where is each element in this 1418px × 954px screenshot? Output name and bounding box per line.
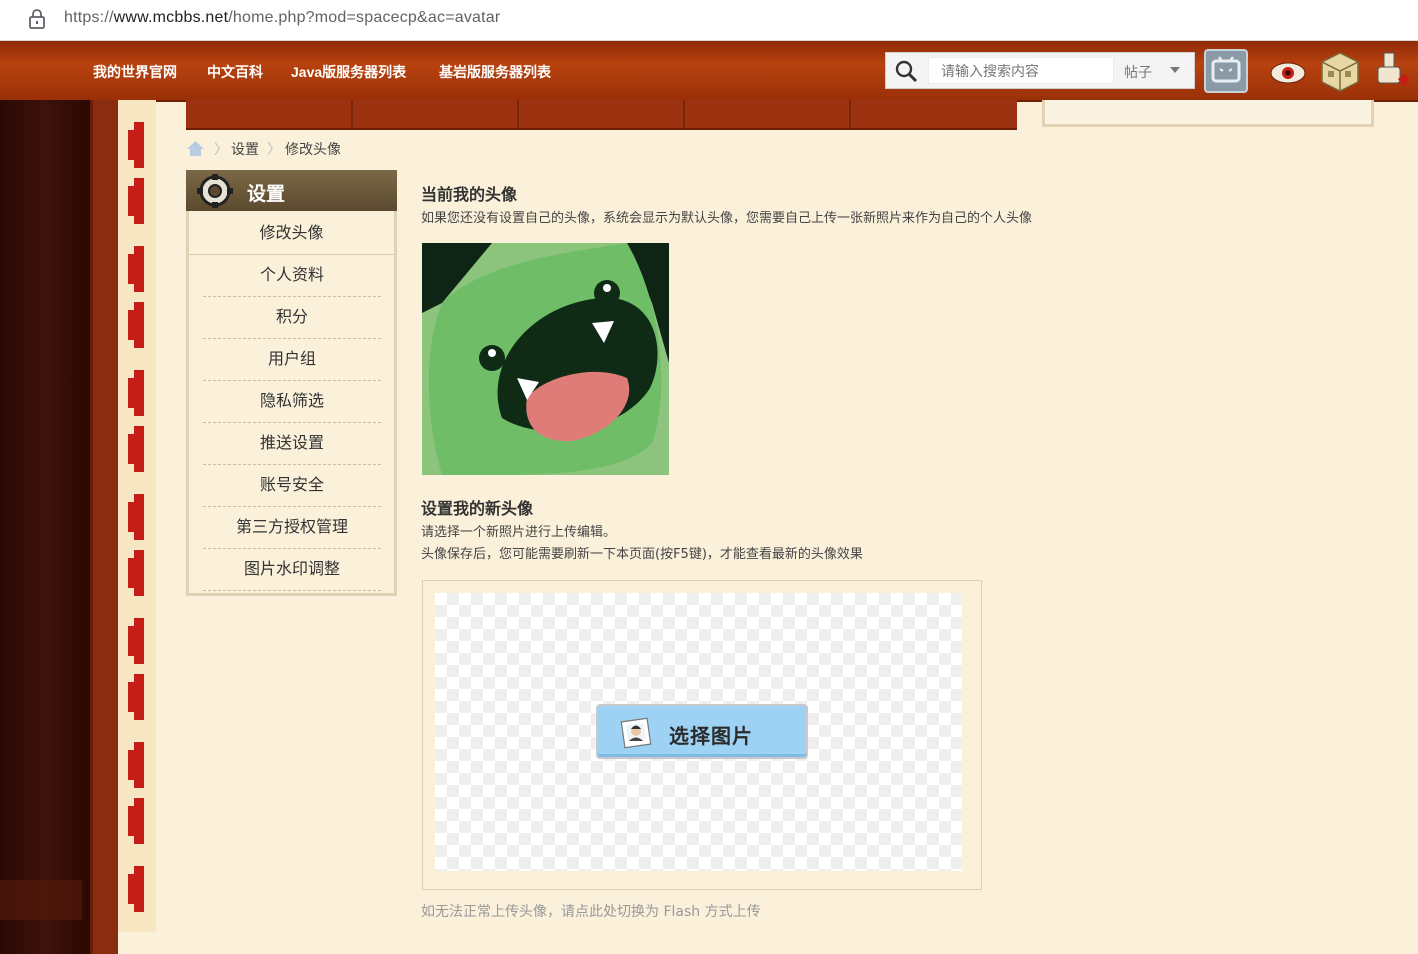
sidebar-item-oauth[interactable]: 第三方授权管理 [203, 506, 381, 549]
browser-address-bar: https://www.mcbbs.net/home.php?mod=space… [0, 0, 1418, 41]
chain-link [128, 246, 150, 292]
chain-link [128, 798, 150, 844]
nav-link-java-servers[interactable]: Java版服务器列表 [291, 62, 406, 82]
current-avatar-desc: 如果您还没有设置自己的头像，系统会显示为默认头像，您需要自己上传一张新照片来作为… [421, 211, 1033, 226]
chain-link [128, 618, 150, 664]
nav-link-official[interactable]: 我的世界官网 [93, 62, 177, 82]
photo-icon [620, 717, 652, 749]
flash-upload-link[interactable]: 如无法正常上传头像，请点此处切换为 Flash 方式上传 [421, 901, 761, 921]
left-background-accent [0, 880, 82, 920]
chain-link [128, 178, 150, 224]
settings-gear-icon [197, 174, 233, 208]
sidebar-item-push[interactable]: 推送设置 [203, 422, 381, 465]
chain-link [128, 866, 150, 912]
sidebar-item-security[interactable]: 账号安全 [203, 464, 381, 507]
breadcrumb: 〉 设置 〉 修改头像 [186, 138, 386, 158]
sidebar-item-credits[interactable]: 积分 [203, 296, 381, 339]
breadcrumb-settings[interactable]: 设置 [231, 139, 259, 159]
eye-icon[interactable] [1266, 49, 1310, 93]
current-avatar-title: 当前我的头像 [421, 185, 518, 204]
sidebar-header: 设置 [186, 170, 397, 211]
chain-link [128, 370, 150, 416]
lock-icon [29, 9, 45, 29]
sidebar-item-watermark[interactable]: 图片水印调整 [203, 548, 381, 591]
top-nav: 我的世界官网 中文百科 Java版服务器列表 基岩版服务器列表 帖子 [0, 41, 1418, 102]
search-box: 帖子 [885, 52, 1195, 89]
main-nav-bar [186, 100, 1017, 130]
bilibili-icon[interactable] [1204, 49, 1248, 93]
nav-link-bedrock-servers[interactable]: 基岩版服务器列表 [439, 62, 551, 82]
search-input[interactable] [928, 57, 1114, 84]
chevron-down-icon[interactable] [1170, 67, 1180, 73]
chain-link [128, 426, 150, 472]
chain-link [128, 494, 150, 540]
chain-link [128, 742, 150, 788]
chain-link [128, 674, 150, 720]
chain-link [128, 122, 150, 168]
block-icon[interactable] [1318, 49, 1362, 93]
nav-link-wiki[interactable]: 中文百科 [207, 62, 263, 82]
left-pillar [90, 100, 118, 954]
alchemy-icon[interactable] [1372, 49, 1416, 93]
breadcrumb-current: 修改头像 [285, 141, 341, 157]
home-icon[interactable] [186, 140, 205, 157]
search-type-select[interactable]: 帖子 [1124, 62, 1152, 82]
sidebar-item-profile[interactable]: 个人资料 [203, 254, 381, 297]
chain-link [128, 302, 150, 348]
search-icon[interactable] [894, 59, 918, 83]
user-panel-bottom [1042, 100, 1374, 127]
sidebar-title: 设置 [247, 183, 286, 205]
sidebar-item-usergroup[interactable]: 用户组 [203, 338, 381, 381]
url-field[interactable]: https://www.mcbbs.net/home.php?mod=space… [64, 9, 500, 27]
chain-link [128, 550, 150, 596]
select-image-button[interactable]: 选择图片 [596, 704, 808, 759]
sidebar-item-avatar[interactable]: 修改头像 [189, 212, 394, 255]
new-avatar-desc-2: 头像保存后，您可能需要刷新一下本页面(按F5键)，才能查看最新的头像效果 [421, 547, 863, 562]
left-background [0, 100, 90, 954]
new-avatar-title: 设置我的新头像 [421, 499, 534, 518]
current-avatar-image [422, 243, 669, 475]
new-avatar-desc-1: 请选择一个新照片进行上传编辑。 [421, 525, 617, 540]
sidebar-item-privacy[interactable]: 隐私筛选 [203, 380, 381, 423]
select-image-label: 选择图片 [669, 724, 753, 748]
